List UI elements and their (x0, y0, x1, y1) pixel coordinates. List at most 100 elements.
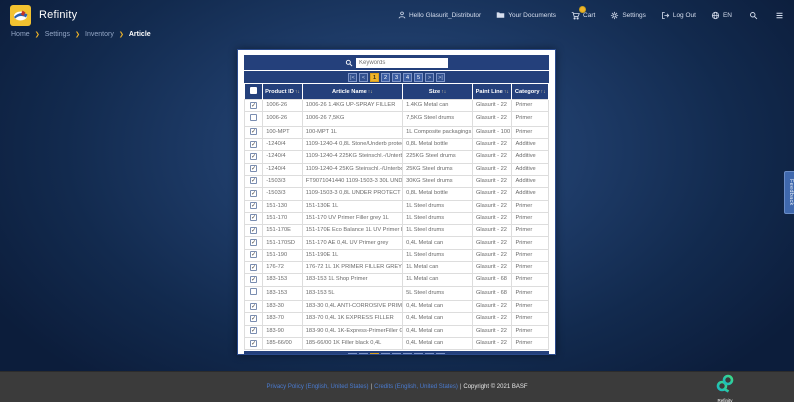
page-button-4[interactable]: 4 (403, 72, 412, 82)
select-all-header[interactable] (244, 84, 264, 100)
cell-size: 7,5KG Steel drums (402, 111, 473, 127)
table-row[interactable]: ✓ -1240/4 1109-1240-4 0,8L Stone/Underb … (243, 137, 549, 152)
first-page-button[interactable]: |< (348, 352, 357, 354)
breadcrumb-home[interactable]: Home (11, 31, 30, 38)
row-checkbox[interactable] (250, 113, 258, 121)
select-all-checkbox[interactable] (249, 87, 257, 94)
sort-icon[interactable]: ↑↓ (504, 89, 509, 95)
table-row[interactable]: ✓ 100-MPT 100-MPT 1L 1L Composite packag… (243, 125, 549, 139)
row-checkbox[interactable]: ✓ (250, 202, 258, 210)
cell-size: 0,8L Metal bottle (402, 137, 473, 152)
cell-article-name: 1109-1240-4 225KG Steinschl.-/Unterbosch (301, 150, 404, 164)
row-checkbox[interactable]: ✓ (250, 263, 258, 271)
row-checkbox[interactable] (250, 288, 258, 296)
column-header-product-id[interactable]: Product ID↑↓ (262, 84, 303, 100)
cart-link[interactable]: Cart (571, 5, 595, 20)
table-row[interactable]: ✓ 183-30 183-30 0,4L ANTI-CORROSIVE PRIM… (243, 299, 549, 314)
column-header-article-name[interactable]: Article Name↑↓ (302, 84, 404, 100)
column-header-category[interactable]: Category↑↓ (511, 84, 549, 100)
last-page-button[interactable]: >| (436, 72, 445, 82)
table-row[interactable]: ✓ 183-153 183-153 1L Shop Primer 1L Meta… (243, 273, 549, 287)
refinity-logo-icon[interactable] (10, 4, 31, 26)
page-button-5[interactable]: 5 (414, 352, 423, 354)
table-row[interactable]: ✓ 185-66/00 185-66/00 1K Filler black 0,… (243, 336, 549, 351)
row-checkbox[interactable]: ✓ (250, 128, 258, 136)
settings-link[interactable]: Settings (610, 11, 646, 20)
cell-category: Primer (511, 324, 549, 338)
column-header-size[interactable]: Size↑↓ (402, 84, 473, 100)
row-checkbox[interactable]: ✓ (250, 314, 258, 322)
feedback-tab[interactable]: Feedback (784, 171, 794, 214)
page-button-2[interactable]: 2 (381, 352, 390, 354)
cell-article-name: 1109-1240-4 25KG Steinschl.-/Unterbosch (301, 162, 404, 176)
table-row[interactable]: ✓ 1006-26 1006-26 1.4KG UP-SPRAY FILLER … (243, 98, 549, 113)
table-row[interactable]: ✓ 176-72 176-72 1L 1K PRIMER FILLER GREY… (243, 261, 549, 275)
credits-link[interactable]: Credits (English, United States) (374, 384, 458, 390)
page-button-5[interactable]: 5 (414, 72, 423, 82)
row-checkbox[interactable]: ✓ (250, 239, 258, 247)
first-page-button[interactable]: |< (348, 72, 357, 82)
page-button-1[interactable]: 1 (370, 72, 379, 82)
table-row[interactable]: ✓ 183-70 183-70 0,4L 1K EXPRESS FILLER 0… (243, 312, 549, 326)
row-checkbox[interactable]: ✓ (250, 152, 258, 160)
cell-product-id: 183-90 (262, 324, 303, 338)
table-row[interactable]: ✓ -1240/4 1109-1240-4 25KG Steinschl.-/U… (243, 162, 549, 176)
breadcrumb-inventory[interactable]: Inventory (85, 31, 114, 38)
your-documents-link[interactable]: Your Documents (496, 11, 556, 19)
privacy-policy-link[interactable]: Privacy Policy (English, United States) (267, 384, 369, 390)
table-row[interactable]: ✓ -1503/3 FT9071041440 1109-1503-3 30L U… (243, 174, 549, 189)
keywords-search-input[interactable] (356, 57, 448, 68)
row-checkbox[interactable]: ✓ (250, 302, 258, 310)
page-button-1[interactable]: 1 (370, 352, 379, 354)
row-checkbox[interactable]: ✓ (250, 275, 258, 283)
column-header-paint-line[interactable]: Paint Line↑↓ (472, 84, 513, 100)
cell-paint-line: Glasurit - 22 (471, 299, 513, 314)
language-selector[interactable]: EN (711, 11, 732, 20)
logout-link[interactable]: Log Out (661, 11, 696, 20)
table-row[interactable]: ✓ 151-190 151-190E 1L 1L Steel drums Gla… (243, 248, 549, 263)
hamburger-icon (776, 12, 783, 18)
user-menu[interactable]: Hello Glasurit_Distributor (398, 11, 481, 19)
cell-size: 0,8L Metal bottle (402, 187, 473, 201)
row-checkbox[interactable]: ✓ (250, 327, 258, 335)
cell-category: Primer (511, 98, 549, 113)
table-row[interactable]: 183-153 183-153 5L 5L Steel drums Glasur… (243, 285, 549, 302)
next-page-button[interactable]: > (425, 72, 434, 82)
gear-icon (611, 11, 619, 19)
menu-button[interactable] (775, 11, 784, 20)
breadcrumb-settings[interactable]: Settings (45, 31, 70, 38)
table-row[interactable]: ✓ 151-130 151-130E 1L 1L Steel drums Gla… (243, 199, 549, 213)
column-label: Article Name (332, 88, 367, 95)
row-checkbox[interactable]: ✓ (250, 189, 258, 197)
page-button-2[interactable]: 2 (381, 72, 390, 82)
row-checkbox[interactable]: ✓ (250, 177, 258, 185)
page-button-3[interactable]: 3 (392, 72, 401, 82)
sort-icon[interactable]: ↑↓ (368, 89, 373, 95)
sort-icon[interactable]: ↑↓ (541, 89, 546, 95)
cell-article-name: 151-170 UV Primer Filler grey 1L (301, 211, 404, 226)
header-search-button[interactable] (749, 11, 758, 20)
table-row[interactable]: ✓ -1503/3 1109-1503-3 0,8L UNDER PROTECT… (243, 187, 549, 201)
table-row[interactable]: ✓ 151-170 151-170 UV Primer Filler grey … (243, 211, 549, 226)
page-button-4[interactable]: 4 (403, 352, 412, 354)
prev-page-button[interactable]: < (359, 352, 368, 354)
column-label: Product ID (265, 88, 294, 95)
table-row[interactable]: ✓ -1240/4 1109-1240-4 225KG Steinschl.-/… (243, 150, 549, 164)
row-checkbox[interactable]: ✓ (250, 140, 258, 148)
table-row[interactable]: ✓ 183-90 183-90 0,4L 1K-Express-PrimerFi… (243, 324, 549, 338)
page-button-3[interactable]: 3 (392, 352, 401, 354)
row-checkbox[interactable]: ✓ (250, 165, 258, 173)
table-row[interactable]: ✓ 151-170SD 151-170 AE 0,4L UV Primer gr… (243, 236, 549, 250)
prev-page-button[interactable]: < (359, 72, 368, 82)
row-checkbox[interactable]: ✓ (250, 226, 258, 234)
sort-icon[interactable]: ↑↓ (441, 89, 446, 95)
table-row[interactable]: ✓ 151-170E 151-170E Eco Balance 1L UV Pr… (243, 224, 549, 238)
row-checkbox[interactable]: ✓ (250, 101, 258, 109)
last-page-button[interactable]: >| (436, 352, 445, 354)
next-page-button[interactable]: > (425, 352, 434, 354)
row-checkbox[interactable]: ✓ (250, 339, 258, 347)
row-checkbox[interactable]: ✓ (250, 214, 258, 222)
table-row[interactable]: 1006-26 1006-26 7,5KG 7,5KG Steel drums … (243, 111, 549, 127)
sort-icon[interactable]: ↑↓ (295, 89, 300, 95)
row-checkbox[interactable]: ✓ (250, 251, 258, 259)
